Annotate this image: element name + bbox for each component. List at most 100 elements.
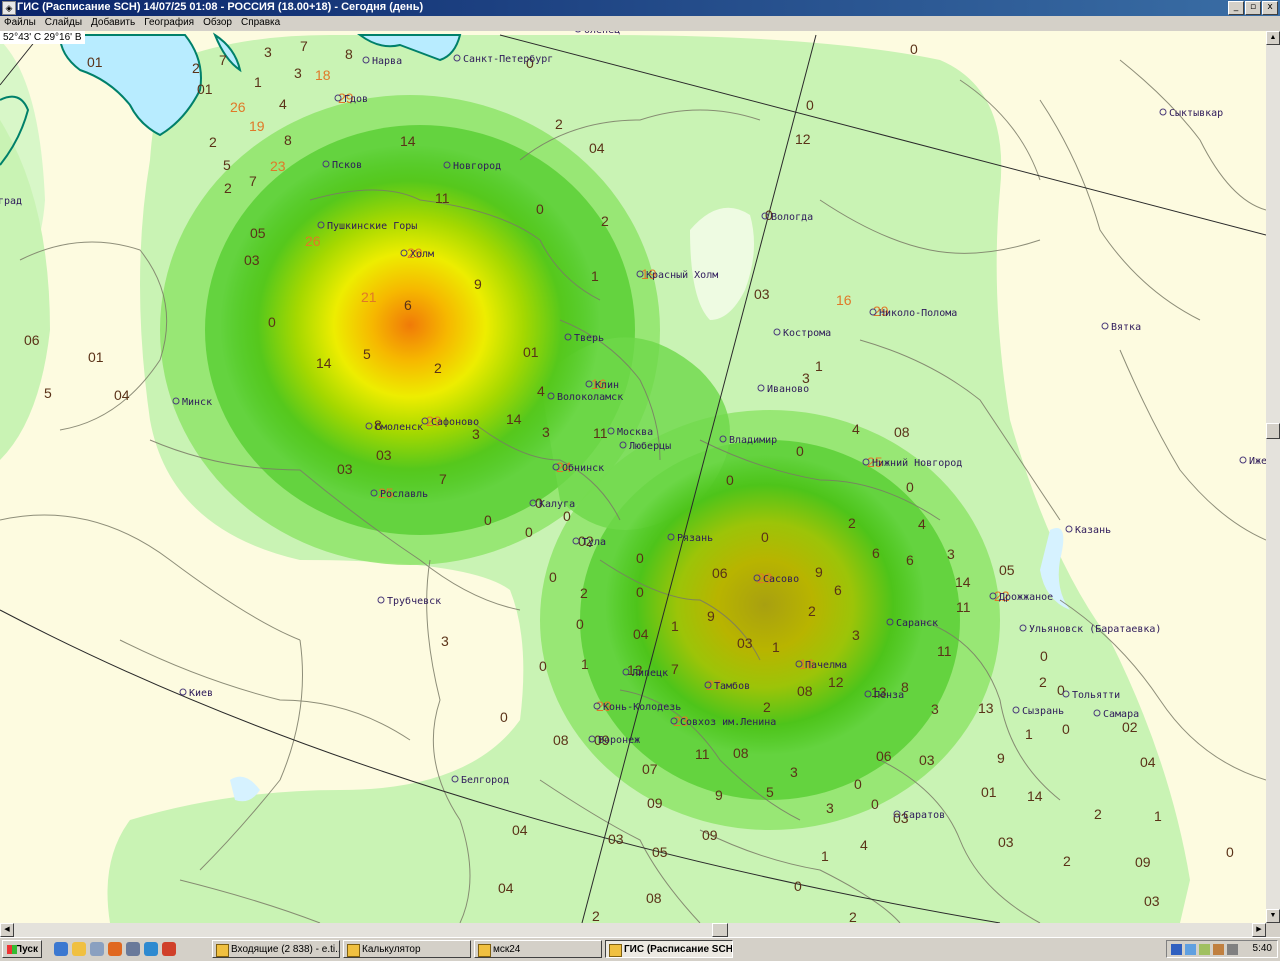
city-label[interactable]: Казань [1075,525,1111,536]
city-label[interactable]: Вологда [771,212,813,223]
city-label[interactable]: Кострома [783,328,831,339]
ie-icon[interactable] [54,942,68,956]
city-label[interactable]: Санкт-Петербург [463,53,553,65]
taskbar: Пуск Входящие (2 838) - e.ti... Калькуля… [0,937,1280,961]
calculator-icon[interactable] [126,942,140,956]
map-canvas[interactable]: 3 7 8 01 2 7 1 3 01 4 2 8 5 7 2 14 11 05 03 9 6 0 5 2 14 01 4 14 3 3 1… [0,31,1266,923]
city-label[interactable]: Киев [189,688,213,699]
forecast-value: 1 [591,268,599,284]
firefox-icon[interactable] [108,942,122,956]
outlook-icon[interactable] [144,942,158,956]
forecast-value: 01 [981,784,997,800]
maximize-button[interactable]: ▫ [1245,1,1261,15]
forecast-value: 0 [906,479,914,495]
city-label[interactable]: Сыктывкар [1169,108,1223,119]
network-icon[interactable] [1185,944,1196,955]
city-label[interactable]: Клин [595,380,619,391]
city-label[interactable]: Владимир [729,435,777,446]
city-label[interactable]: Вятка [1111,322,1141,333]
city-label[interactable]: Калуга [539,499,575,510]
city-label[interactable]: Дрожжаное [999,592,1053,603]
city-label[interactable]: Минск [182,397,212,408]
scroll-left-button[interactable]: ◀ [0,923,14,937]
city-label[interactable]: Тамбов [714,680,750,692]
forecast-value: 04 [512,822,528,838]
city-label[interactable]: Липецк [632,668,668,679]
city-label[interactable]: Ижевск [1249,456,1266,467]
task-inbox[interactable]: Входящие (2 838) - e.ti... [212,940,340,958]
city-label[interactable]: Рославль [380,489,428,500]
folder-icon[interactable] [72,942,86,956]
city-label[interactable]: Оленец [584,31,620,36]
city-label[interactable]: Сасово [763,574,799,585]
city-label[interactable]: Холм [410,249,434,260]
city-label[interactable]: Пушкинские Горы [327,221,417,232]
show-desktop-icon[interactable] [90,942,104,956]
city-label[interactable]: Пенза [874,690,904,701]
city-label[interactable]: Ульяновск (Баратаевка) [1029,624,1161,635]
city-label[interactable]: Тольятти [1072,690,1120,701]
menu-geography[interactable]: География [140,16,199,31]
city-label[interactable]: Сызрань [1022,706,1064,717]
map-svg[interactable]: 3 7 801 2 7130142 85721411050396052140141433 1… [0,31,1266,923]
city-label[interactable]: Саратов [903,810,945,821]
language-icon[interactable] [1171,944,1182,955]
city-label[interactable]: Рязань [677,533,713,544]
tray-app-icon[interactable] [1213,944,1224,955]
forecast-value: 9 [474,276,482,292]
city-label[interactable]: Красный Холм [646,269,718,281]
horizontal-scrollbar[interactable]: ◀ ▶ [0,923,1266,937]
horizontal-scroll-thumb[interactable] [712,923,728,937]
city-label[interactable]: Конь-Колодезь [603,702,681,713]
city-label[interactable]: Воронеж [598,735,640,746]
menu-slides[interactable]: Слайды [41,16,87,31]
forecast-value: 5 [44,385,52,401]
city-label[interactable]: Пачелма [805,660,847,671]
city-label[interactable]: Трубчевск [387,595,441,607]
city-label[interactable]: Люберцы [629,440,671,452]
forecast-value: 03 [376,447,392,463]
scroll-up-button[interactable]: ▲ [1266,31,1280,45]
vertical-scrollbar[interactable]: ▲ ▼ [1266,31,1280,923]
city-label[interactable]: Николо-Полома [879,308,957,319]
scroll-down-button[interactable]: ▼ [1266,909,1280,923]
city-label[interactable]: Нижний Новгород [872,457,962,469]
city-label[interactable]: Смоленск [375,422,423,433]
city-label[interactable]: Гдов [344,94,368,105]
menu-add[interactable]: Добавить [87,16,140,31]
task-calculator[interactable]: Калькулятор [343,940,471,958]
city-label[interactable]: Москва [617,427,653,438]
city-label[interactable]: Волоколамск [557,392,623,403]
city-label[interactable]: Новгород [453,161,501,172]
window-title: ГИС (Расписание SCH) 14/07/25 01:08 - РО… [17,1,424,13]
scroll-right-button[interactable]: ▶ [1252,923,1266,937]
volume-icon[interactable] [1227,944,1238,955]
city-label[interactable]: град [0,196,22,207]
menu-help[interactable]: Справка [237,16,285,31]
menu-files[interactable]: Файлы [0,16,41,31]
minimize-button[interactable]: _ [1228,1,1244,15]
forecast-value: 06 [712,565,728,581]
city-label[interactable]: Обнинск [562,462,604,474]
task-folder[interactable]: мск24 [474,940,602,958]
city-label[interactable]: Сафоново [431,416,479,428]
forecast-value: 0 [794,878,802,894]
city-label[interactable]: Совхоз им.Ленина [680,717,776,728]
city-label[interactable]: Псков [332,160,362,171]
forecast-value: 9 [997,750,1005,766]
antivirus-icon[interactable] [1199,944,1210,955]
menu-view[interactable]: Обзор [199,16,237,31]
city-label[interactable]: Иваново [767,384,809,395]
start-button[interactable]: Пуск [2,940,42,958]
city-label[interactable]: Самара [1103,709,1139,720]
city-label[interactable]: Нарва [372,56,402,67]
task-gis[interactable]: ГИС (Расписание SCH... [605,940,733,958]
city-label[interactable]: Белгород [461,775,509,786]
city-label[interactable]: Тула [582,537,606,548]
close-button[interactable]: x [1262,1,1278,15]
vertical-scroll-thumb[interactable] [1266,423,1280,439]
city-label[interactable]: Саранск [896,618,938,629]
forecast-value: 11 [435,190,450,206]
chrome-icon[interactable] [162,942,176,956]
city-label[interactable]: Тверь [574,333,604,344]
